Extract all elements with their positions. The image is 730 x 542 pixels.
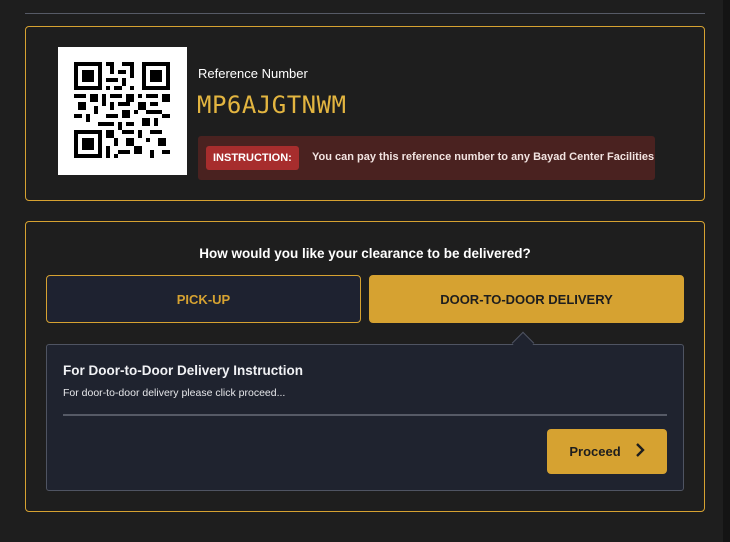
top-divider: [25, 13, 705, 14]
reference-number-value: MP6AJGTNWM: [197, 91, 347, 119]
panel-text: For door-to-door delivery please click p…: [63, 387, 286, 399]
instruction-tag: INSTRUCTION:: [206, 146, 299, 170]
reference-number-label: Reference Number: [198, 66, 308, 81]
chevron-right-icon: [635, 442, 645, 461]
delivery-question: How would you like your clearance to be …: [199, 246, 531, 261]
qr-code-icon: [74, 62, 170, 158]
reference-card: Reference Number MP6AJGTNWM INSTRUCTION:…: [25, 26, 705, 201]
panel-divider: [63, 414, 667, 416]
panel-title: For Door-to-Door Delivery Instruction: [63, 363, 304, 378]
instruction-banner: INSTRUCTION: You can pay this reference …: [198, 136, 655, 180]
proceed-label: Proceed: [569, 444, 621, 459]
delivery-card: How would you like your clearance to be …: [25, 221, 705, 512]
delivery-instruction-panel: For Door-to-Door Delivery Instruction Fo…: [46, 344, 684, 491]
proceed-button[interactable]: Proceed: [547, 429, 667, 474]
instruction-text: You can pay this reference number to any…: [312, 151, 655, 163]
qr-code: [58, 47, 187, 175]
pick-up-button[interactable]: PICK-UP: [46, 275, 361, 323]
door-to-door-delivery-button[interactable]: DOOR-TO-DOOR DELIVERY: [369, 275, 684, 323]
scrollbar-track[interactable]: [723, 0, 730, 542]
